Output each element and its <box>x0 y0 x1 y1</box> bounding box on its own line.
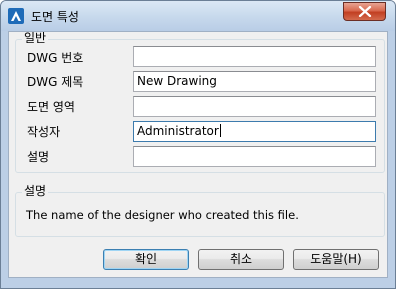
dialog-client-area: 일반 DWG 번호 DWG 제목 New Drawing 도면 영역 작성자 A… <box>8 31 388 278</box>
description-text: The name of the designer who created thi… <box>26 208 299 222</box>
dialog-window: 도면 특성 일반 DWG 번호 DWG 제목 New Drawing 도면 영역… <box>0 0 396 289</box>
drawing-area-field[interactable] <box>133 96 376 117</box>
field-label-author: 작성자 <box>27 125 61 139</box>
field-label-dwg-title: DWG 제목 <box>27 75 84 89</box>
general-group-legend: 일반 <box>22 31 49 45</box>
text-caret <box>219 124 221 137</box>
field-label-drawing-area: 도면 영역 <box>27 100 75 114</box>
cancel-button[interactable]: 취소 <box>198 249 284 270</box>
dwg-number-field[interactable] <box>133 46 376 67</box>
field-label-dwg-number: DWG 번호 <box>27 51 84 65</box>
close-button[interactable] <box>343 2 386 21</box>
description-group-legend: 설명 <box>22 184 49 198</box>
author-field[interactable]: Administrator <box>133 121 376 142</box>
close-icon <box>358 6 372 17</box>
dwg-title-field[interactable]: New Drawing <box>133 71 376 92</box>
help-button[interactable]: 도움말(H) <box>293 249 379 270</box>
field-label-description: 설명 <box>27 150 50 164</box>
window-title: 도면 특성 <box>31 10 79 24</box>
author-field-value: Administrator <box>137 124 219 138</box>
ok-button[interactable]: 확인 <box>103 249 189 270</box>
description-field[interactable] <box>133 146 376 167</box>
autocad-a-icon <box>8 8 24 24</box>
title-bar[interactable]: 도면 특성 <box>1 1 395 31</box>
